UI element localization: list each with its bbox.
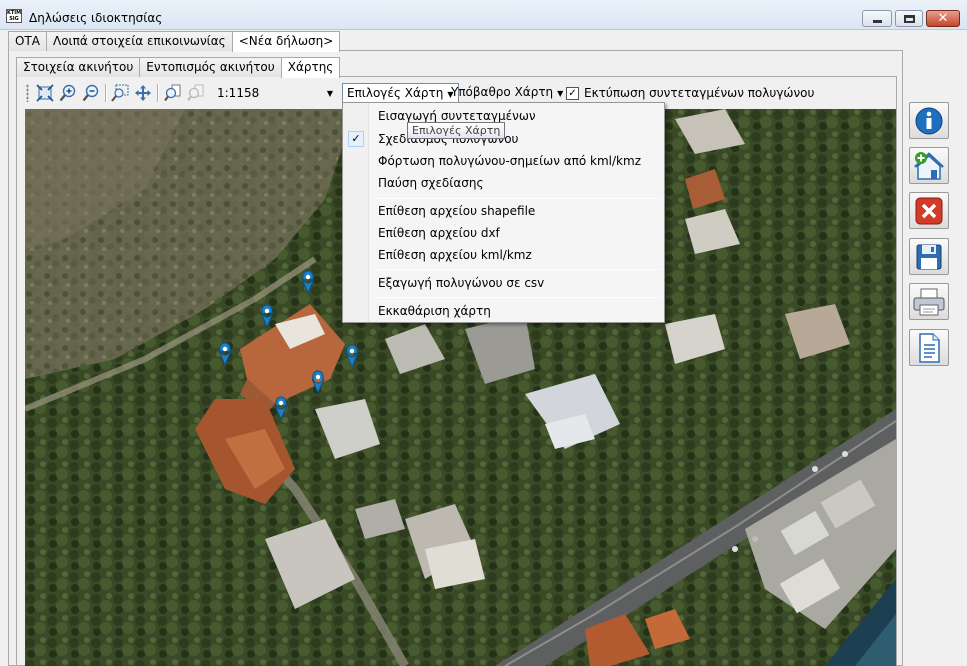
pan-icon[interactable]: [134, 84, 152, 102]
toolbar-separator: [105, 84, 106, 102]
add-property-button[interactable]: [909, 147, 949, 184]
delete-button[interactable]: [909, 192, 949, 229]
zoom-out-icon[interactable]: [82, 84, 100, 102]
tab-property-details[interactable]: Στοιχεία ακινήτου: [16, 57, 141, 77]
zoom-box-icon[interactable]: [111, 84, 129, 102]
check-icon: ✓: [348, 131, 364, 147]
menu-item-load-kml[interactable]: Φόρτωση πολυγώνου-σημείων από kml/kmz: [378, 153, 641, 169]
menu-separator: [373, 269, 661, 270]
save-button[interactable]: [909, 238, 949, 275]
document-icon: [919, 332, 940, 363]
tooltip: Επιλογές Χάρτη: [407, 122, 506, 139]
menu-separator: [373, 297, 661, 298]
tab-map[interactable]: Χάρτης: [280, 57, 341, 78]
basemap-dropdown[interactable]: Υπόβαθρο Χάρτη ▼: [447, 83, 567, 104]
tab-property-location[interactable]: Εντοπισμός ακινήτου: [139, 57, 282, 77]
tab-new-declaration[interactable]: <Νέα δήλωση>: [231, 31, 341, 52]
close-button[interactable]: ✕: [926, 10, 960, 27]
menu-item-overlay-shapefile[interactable]: Επίθεση αρχείου shapefile: [378, 203, 535, 219]
menu-item-clear-map[interactable]: Εκκαθάριση χάρτη: [378, 303, 491, 319]
full-extent-icon[interactable]: [36, 84, 54, 102]
zoom-in-icon[interactable]: [59, 84, 77, 102]
basemap-label: Υπόβαθρο Χάρτη: [451, 85, 554, 99]
top-tabs: ΟΤΑ Λοιπά στοιχεία επικοινωνίας <Νέα δήλ…: [8, 31, 341, 52]
tab-ota[interactable]: ΟΤΑ: [8, 31, 47, 51]
minimize-button[interactable]: [862, 10, 892, 27]
menu-item-overlay-dxf[interactable]: Επίθεση αρχείου dxf: [378, 225, 500, 241]
print-coords-label: Εκτύπωση συντεταγμένων πολυγώνου: [584, 86, 815, 100]
menu-separator: [373, 198, 661, 199]
menu-item-pause-drawing[interactable]: Παύση σχεδίασης: [378, 175, 484, 191]
print-coords-checkbox[interactable]: ✓: [566, 86, 579, 100]
add-property-icon: [914, 151, 944, 180]
info-button[interactable]: [909, 102, 949, 139]
menu-item-overlay-kml[interactable]: Επίθεση αρχείου kml/kmz: [378, 247, 532, 263]
window-title: Δηλώσεις ιδιοκτησίας: [29, 11, 163, 25]
save-icon: [916, 244, 942, 269]
tab-contact-info[interactable]: Λοιπά στοιχεία επικοινωνίας: [45, 31, 233, 51]
app-logo: KTIMA SIG: [6, 9, 22, 23]
find-disabled-icon[interactable]: [187, 84, 205, 102]
delete-icon: [915, 197, 943, 224]
minimize-icon: [872, 20, 882, 23]
document-button[interactable]: [909, 329, 949, 366]
find-location-icon[interactable]: [164, 84, 182, 102]
print-icon: [913, 288, 945, 315]
scale-value: 1:1158: [217, 86, 260, 100]
close-icon: ✕: [937, 11, 949, 26]
menu-item-export-csv[interactable]: Εξαγωγή πολυγώνου σε csv: [378, 275, 544, 291]
map-options-dropdown[interactable]: Επιλογές Χάρτη ▼: [342, 83, 459, 104]
sub-tabs: Στοιχεία ακινήτου Εντοπισμός ακινήτου Χά…: [16, 57, 341, 78]
map-options-label: Επιλογές Χάρτη: [347, 86, 444, 100]
print-coords-option[interactable]: ✓ Εκτύπωση συντεταγμένων πολυγώνου: [566, 86, 814, 100]
map-toolbar: 1:1158 ▼ Επιλογές Χάρτη ▼ Υπόβαθρο Χάρτη ▼…: [26, 82, 866, 104]
print-button[interactable]: [909, 283, 949, 320]
chevron-down-icon: ▼: [557, 89, 564, 98]
toolbar-separator: [157, 84, 158, 102]
scale-select[interactable]: 1:1158 ▼: [217, 85, 333, 102]
maximize-button[interactable]: [895, 10, 923, 27]
info-icon: [915, 107, 943, 134]
chevron-down-icon: ▼: [326, 89, 333, 98]
title-bar: KTIMA SIG Δηλώσεις ιδιοκτησίας ✕: [0, 0, 967, 30]
toolbar-grip[interactable]: [26, 84, 29, 102]
maximize-icon: [903, 14, 915, 23]
